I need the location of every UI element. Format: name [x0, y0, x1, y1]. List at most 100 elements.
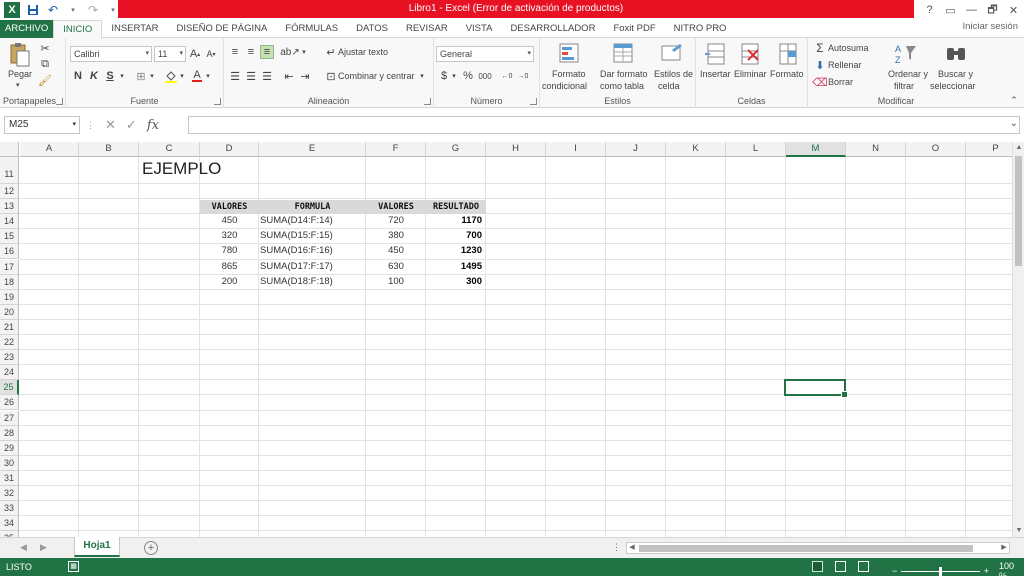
row-header-14[interactable]: 14: [0, 214, 19, 230]
cell-valores-d[interactable]: 200: [200, 275, 259, 289]
format-cells-icon[interactable]: [776, 42, 800, 66]
font-color-button[interactable]: A: [190, 69, 204, 83]
tab-desarrollador[interactable]: DESARROLLADOR: [501, 20, 604, 38]
tab-foxit-pdf[interactable]: Foxit PDF: [604, 20, 664, 38]
row-header-22[interactable]: 22: [0, 335, 19, 351]
column-header-i[interactable]: I: [546, 142, 606, 157]
fill-button[interactable]: Rellenar: [828, 60, 862, 70]
column-header-g[interactable]: G: [426, 142, 486, 157]
minimize-button[interactable]: —: [961, 0, 982, 20]
vertical-scrollbar[interactable]: ▲ ▼: [1012, 142, 1024, 537]
expand-formula-bar-icon[interactable]: ⌄: [1010, 118, 1018, 129]
italic-button[interactable]: K: [88, 69, 100, 83]
sign-in-link[interactable]: Iniciar sesión: [963, 21, 1018, 32]
cell-resultado[interactable]: 1230: [426, 244, 486, 258]
copy-icon[interactable]: ⧉: [38, 57, 52, 71]
sort-filter-button[interactable]: Ordenar y: [888, 69, 928, 79]
column-header-d[interactable]: D: [200, 142, 259, 157]
merge-center-icon[interactable]: ⊡: [324, 69, 338, 83]
close-button[interactable]: ✕: [1003, 0, 1024, 20]
column-header-j[interactable]: J: [606, 142, 666, 157]
save-icon[interactable]: [26, 3, 40, 17]
header-valores-f[interactable]: VALORES: [366, 200, 426, 214]
thousands-button[interactable]: 000: [476, 69, 494, 83]
cell-formula[interactable]: SUMA(D18:F:18): [260, 275, 366, 289]
fill-color-icon[interactable]: [164, 69, 178, 83]
row-header-27[interactable]: 27: [0, 410, 19, 426]
borders-dropdown-icon[interactable]: ▾: [148, 69, 156, 83]
row-header-11[interactable]: 11: [0, 157, 19, 184]
increase-indent-icon[interactable]: ⇥: [298, 69, 312, 83]
find-select-button[interactable]: Buscar y: [938, 69, 973, 79]
align-right-icon[interactable]: ☰: [260, 69, 274, 83]
underline-dropdown-icon[interactable]: ▾: [118, 69, 126, 83]
wrap-text-button[interactable]: Ajustar texto: [338, 47, 388, 57]
row-header-20[interactable]: 20: [0, 304, 19, 320]
percent-button[interactable]: %: [462, 69, 474, 83]
add-sheet-icon[interactable]: +: [144, 541, 158, 555]
undo-dropdown-icon[interactable]: ▾: [66, 3, 80, 17]
cell-valores-d[interactable]: 865: [200, 260, 259, 274]
zoom-slider[interactable]: [901, 566, 980, 576]
cell-formula[interactable]: SUMA(D14:F:14): [260, 214, 366, 228]
horizontal-scrollbar[interactable]: ◀ ▶: [626, 542, 1010, 554]
page-break-view-icon[interactable]: [858, 561, 869, 572]
column-header-m[interactable]: M: [786, 142, 846, 157]
fbar-options-icon[interactable]: ⋮: [86, 120, 95, 131]
zoom-level[interactable]: 100 %: [999, 561, 1024, 581]
cut-icon[interactable]: ✂: [38, 41, 52, 55]
worksheet-grid[interactable]: ABCDEFGHIJKLMNOP 11 12 13 14 15 16 17 18 19 20 21 2…: [0, 142, 1012, 537]
cell-styles-button[interactable]: Estilos de: [654, 69, 693, 79]
find-select-icon[interactable]: [944, 42, 968, 66]
cell-valores-f[interactable]: 450: [366, 244, 426, 258]
horizontal-scroll-thumb[interactable]: [639, 545, 973, 552]
cell-valores-d[interactable]: 780: [200, 244, 259, 258]
cell-resultado[interactable]: 1170: [426, 214, 486, 228]
tab-split-handle-icon[interactable]: ⋮: [612, 542, 621, 553]
column-header-e[interactable]: E: [259, 142, 366, 157]
cell-formula[interactable]: SUMA(D17:F:17): [260, 260, 366, 274]
underline-button[interactable]: S: [104, 69, 116, 83]
clear-button[interactable]: Borrar: [828, 77, 853, 87]
restore-button[interactable]: 🗗: [982, 0, 1003, 20]
alignment-launcher-icon[interactable]: [424, 98, 431, 105]
row-header-16[interactable]: 16: [0, 244, 19, 260]
align-middle-icon[interactable]: ≡: [244, 45, 258, 59]
column-header-o[interactable]: O: [906, 142, 966, 157]
tab-insertar[interactable]: INSERTAR: [102, 20, 167, 38]
align-center-icon[interactable]: ☰: [244, 69, 258, 83]
font-name-select[interactable]: Calibri ▾: [70, 46, 152, 62]
cell-formula[interactable]: SUMA(D16:F:16): [260, 244, 366, 258]
column-header-n[interactable]: N: [846, 142, 906, 157]
font-launcher-icon[interactable]: [214, 98, 221, 105]
select-all-corner[interactable]: [0, 142, 19, 157]
conditional-format-icon[interactable]: [558, 42, 582, 66]
row-header-31[interactable]: 31: [0, 470, 19, 486]
zoom-slider-thumb[interactable]: [939, 566, 943, 576]
row-header-33[interactable]: 33: [0, 501, 19, 517]
column-header-h[interactable]: H: [486, 142, 546, 157]
header-formula[interactable]: FORMULA: [259, 200, 366, 214]
header-valores-d[interactable]: VALORES: [200, 200, 259, 214]
bold-button[interactable]: N: [72, 69, 84, 83]
sort-filter-icon[interactable]: AZ: [894, 42, 918, 66]
insert-button[interactable]: Insertar: [700, 69, 731, 79]
format-as-table-button[interactable]: Dar formato: [600, 69, 648, 79]
decrease-indent-icon[interactable]: ⇤: [282, 69, 296, 83]
row-header-18[interactable]: 18: [0, 274, 19, 290]
merge-center-button[interactable]: Combinar y centrar: [338, 71, 415, 81]
row-header-15[interactable]: 15: [0, 229, 19, 245]
cell-valores-d[interactable]: 320: [200, 229, 259, 243]
collapse-ribbon-icon[interactable]: ⌃: [1008, 94, 1020, 106]
scroll-down-icon[interactable]: ▼: [1013, 525, 1024, 537]
macro-record-icon[interactable]: ▦: [68, 561, 79, 572]
formula-input[interactable]: [188, 116, 1020, 134]
row-header-24[interactable]: 24: [0, 365, 19, 381]
wrap-text-icon[interactable]: ↵: [324, 45, 338, 59]
scroll-right-icon[interactable]: ▶: [999, 543, 1009, 553]
cancel-icon[interactable]: ✕: [105, 117, 116, 133]
row-header-26[interactable]: 26: [0, 395, 19, 411]
tab-archivo[interactable]: ARCHIVO: [0, 20, 54, 38]
tab-nitro-pro[interactable]: NITRO PRO: [665, 20, 736, 38]
shrink-font-button[interactable]: A ▾: [204, 47, 218, 61]
